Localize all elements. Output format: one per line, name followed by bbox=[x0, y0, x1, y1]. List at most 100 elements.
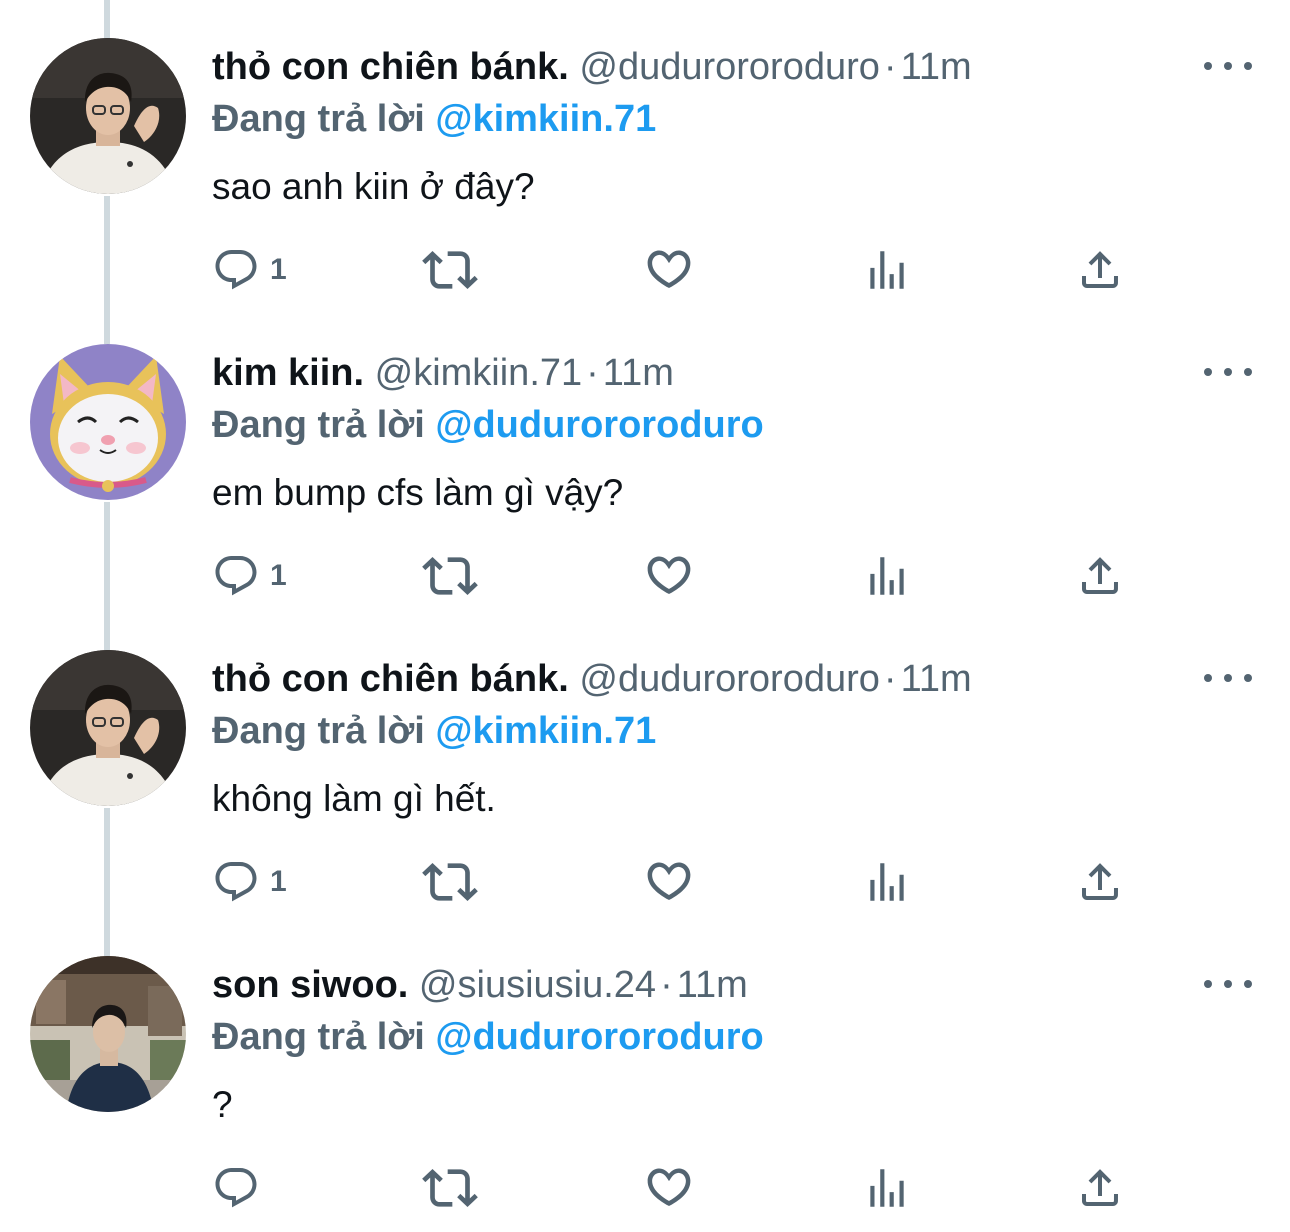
retweet-button[interactable] bbox=[422, 546, 478, 606]
more-icon bbox=[1244, 980, 1252, 988]
tweet-text: em bump cfs làm gì vậy? bbox=[212, 472, 624, 513]
avatar-man-white-shirt-icon bbox=[30, 38, 186, 194]
more-icon bbox=[1224, 980, 1232, 988]
more-icon bbox=[1224, 674, 1232, 682]
tweet-header: kim kiin. @kimkiin.71 · 11m bbox=[212, 346, 674, 400]
replying-to-mention-link[interactable]: @kimkiin.71 bbox=[435, 98, 656, 140]
replying-to: Đang trả lời @kimkiin.71 bbox=[212, 704, 656, 758]
more-icon bbox=[1244, 674, 1252, 682]
retweet-icon bbox=[422, 1160, 478, 1216]
share-icon bbox=[1076, 858, 1124, 906]
replying-to-label: Đang trả lời bbox=[212, 404, 425, 446]
thread-connector-line bbox=[104, 612, 110, 650]
avatar-man-white-shirt-icon bbox=[30, 650, 186, 806]
avatar[interactable] bbox=[30, 38, 186, 194]
like-button[interactable] bbox=[642, 240, 696, 300]
reply-count: 1 bbox=[270, 559, 287, 592]
tweet-actions: 1 bbox=[212, 240, 1142, 300]
reply-button[interactable]: 1 bbox=[212, 546, 287, 606]
share-button[interactable] bbox=[1076, 240, 1124, 300]
avatar[interactable] bbox=[30, 650, 186, 806]
views-icon bbox=[862, 551, 912, 601]
avatar-cartoon-cat-icon bbox=[30, 344, 186, 500]
views-button[interactable] bbox=[862, 1158, 912, 1218]
more-options-button[interactable] bbox=[1204, 664, 1252, 692]
tweet[interactable]: kim kiin. @kimkiin.71 · 11m Đang trả lời @… bbox=[0, 306, 1290, 612]
replying-to-label: Đang trả lời bbox=[212, 710, 425, 752]
tweet-actions: 1 bbox=[212, 852, 1142, 912]
tweet-text: ? bbox=[212, 1084, 233, 1125]
more-options-button[interactable] bbox=[1204, 358, 1252, 386]
like-button[interactable] bbox=[642, 1158, 696, 1218]
reply-icon bbox=[212, 552, 260, 600]
heart-icon bbox=[642, 243, 696, 297]
display-name[interactable]: son siwoo. bbox=[212, 964, 408, 1006]
user-handle[interactable]: @dudurororoduro bbox=[579, 658, 880, 700]
replying-to-label: Đang trả lời bbox=[212, 1016, 425, 1058]
retweet-button[interactable] bbox=[422, 1158, 478, 1218]
tweet-actions: 1 bbox=[212, 546, 1142, 606]
replying-to-mention-link[interactable]: @dudurororoduro bbox=[435, 1016, 763, 1058]
avatar[interactable] bbox=[30, 344, 186, 500]
share-button[interactable] bbox=[1076, 1158, 1124, 1218]
more-icon bbox=[1244, 62, 1252, 70]
user-handle[interactable]: @kimkiin.71 bbox=[375, 352, 583, 394]
more-icon bbox=[1244, 368, 1252, 376]
thread-connector-line bbox=[104, 306, 110, 344]
heart-icon bbox=[642, 855, 696, 909]
tweet[interactable]: thỏ con chiên bánk. @dudurororoduro · 11m … bbox=[0, 612, 1290, 918]
views-button[interactable] bbox=[862, 240, 912, 300]
avatar[interactable] bbox=[30, 956, 186, 1112]
replying-to-mention-link[interactable]: @dudurororoduro bbox=[435, 404, 763, 446]
display-name[interactable]: kim kiin. bbox=[212, 352, 364, 394]
tweet[interactable]: son siwoo. @siusiusiu.24 · 11m Đang trả lờ… bbox=[0, 918, 1290, 1224]
separator-dot: · bbox=[883, 46, 897, 88]
tweet[interactable]: thỏ con chiên bánk. @dudurororoduro · 11m … bbox=[0, 0, 1290, 306]
share-button[interactable] bbox=[1076, 546, 1124, 606]
views-button[interactable] bbox=[862, 852, 912, 912]
like-button[interactable] bbox=[642, 546, 696, 606]
tweet-text: sao anh kiin ở đây? bbox=[212, 166, 535, 207]
more-icon bbox=[1204, 62, 1212, 70]
tweet-actions bbox=[212, 1158, 1142, 1218]
tweet-header: son siwoo. @siusiusiu.24 · 11m bbox=[212, 958, 748, 1012]
reply-count: 1 bbox=[270, 865, 287, 898]
reply-button[interactable]: 1 bbox=[212, 240, 287, 300]
more-icon bbox=[1204, 674, 1212, 682]
thread-connector-line bbox=[104, 502, 110, 612]
timestamp[interactable]: 11m bbox=[901, 658, 972, 700]
replying-to-mention-link[interactable]: @kimkiin.71 bbox=[435, 710, 656, 752]
more-icon bbox=[1204, 980, 1212, 988]
heart-icon bbox=[642, 549, 696, 603]
reply-button[interactable] bbox=[212, 1158, 270, 1218]
thread-connector-line bbox=[104, 808, 110, 918]
conversation-feed: thỏ con chiên bánk. @dudurororoduro · 11m … bbox=[0, 0, 1290, 1232]
user-handle[interactable]: @dudurororoduro bbox=[579, 46, 880, 88]
user-handle[interactable]: @siusiusiu.24 bbox=[419, 964, 656, 1006]
replying-to-label: Đang trả lời bbox=[212, 98, 425, 140]
timestamp[interactable]: 11m bbox=[901, 46, 972, 88]
views-button[interactable] bbox=[862, 546, 912, 606]
timestamp[interactable]: 11m bbox=[603, 352, 674, 394]
share-button[interactable] bbox=[1076, 852, 1124, 912]
more-icon bbox=[1224, 368, 1232, 376]
more-options-button[interactable] bbox=[1204, 52, 1252, 80]
more-options-button[interactable] bbox=[1204, 970, 1252, 998]
replying-to: Đang trả lời @kimkiin.71 bbox=[212, 92, 656, 146]
retweet-button[interactable] bbox=[422, 852, 478, 912]
replying-to: Đang trả lời @dudurororoduro bbox=[212, 1010, 764, 1064]
tweet-header: thỏ con chiên bánk. @dudurororoduro · 11m bbox=[212, 40, 972, 94]
reply-icon bbox=[212, 858, 260, 906]
retweet-button[interactable] bbox=[422, 240, 478, 300]
reply-button[interactable]: 1 bbox=[212, 852, 287, 912]
timestamp[interactable]: 11m bbox=[677, 964, 748, 1006]
like-button[interactable] bbox=[642, 852, 696, 912]
share-icon bbox=[1076, 1164, 1124, 1212]
display-name[interactable]: thỏ con chiên bánk. bbox=[212, 46, 569, 88]
reply-count: 1 bbox=[270, 253, 287, 286]
separator-dot: · bbox=[660, 964, 673, 1006]
views-icon bbox=[862, 1163, 912, 1213]
share-icon bbox=[1076, 246, 1124, 294]
display-name[interactable]: thỏ con chiên bánk. bbox=[212, 658, 569, 700]
reply-icon bbox=[212, 246, 260, 294]
